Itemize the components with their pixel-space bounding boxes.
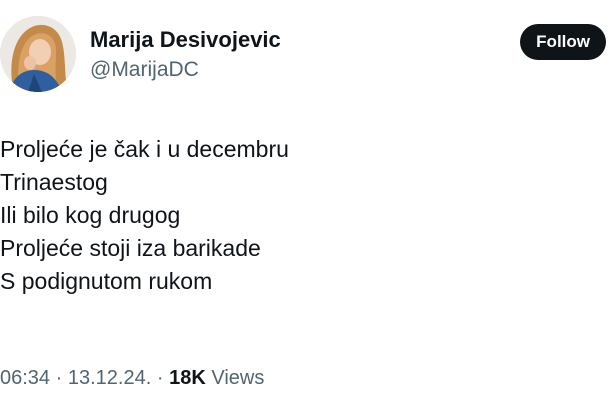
tweet-time[interactable]: 06:34	[0, 367, 50, 389]
views-label: Views	[211, 367, 265, 389]
meta-separator: ·	[55, 367, 63, 389]
tweet-header: Marija Desivojevic @MarijaDC Follow	[0, 16, 612, 96]
tweet-line: Proljeće stoji iza barikade	[0, 235, 261, 261]
tweet-meta: 06:34 · 13.12.24. · 18K Views	[0, 364, 264, 392]
avatar[interactable]	[0, 16, 76, 92]
author-info: Marija Desivojevic @MarijaDC	[90, 26, 281, 84]
tweet-line: Proljeće je čak i u decembru	[0, 136, 289, 162]
tweet-line: S podignutom rukom	[0, 268, 213, 294]
tweet-date[interactable]: 13.12.24.	[68, 367, 151, 389]
author-display-name[interactable]: Marija Desivojevic	[90, 26, 281, 54]
tweet-card: Marija Desivojevic @MarijaDC Follow Prol…	[0, 0, 612, 408]
avatar-photo-icon	[0, 16, 76, 92]
tweet-text: Proljeće je čak i u decembru Trinaestog …	[0, 133, 600, 298]
views-count[interactable]: 18K	[169, 367, 206, 389]
follow-button[interactable]: Follow	[520, 24, 606, 60]
tweet-line: Trinaestog	[0, 169, 108, 195]
author-handle[interactable]: @MarijaDC	[90, 56, 281, 84]
tweet-line: Ili bilo kog drugog	[0, 202, 181, 228]
meta-separator: ·	[156, 367, 164, 389]
